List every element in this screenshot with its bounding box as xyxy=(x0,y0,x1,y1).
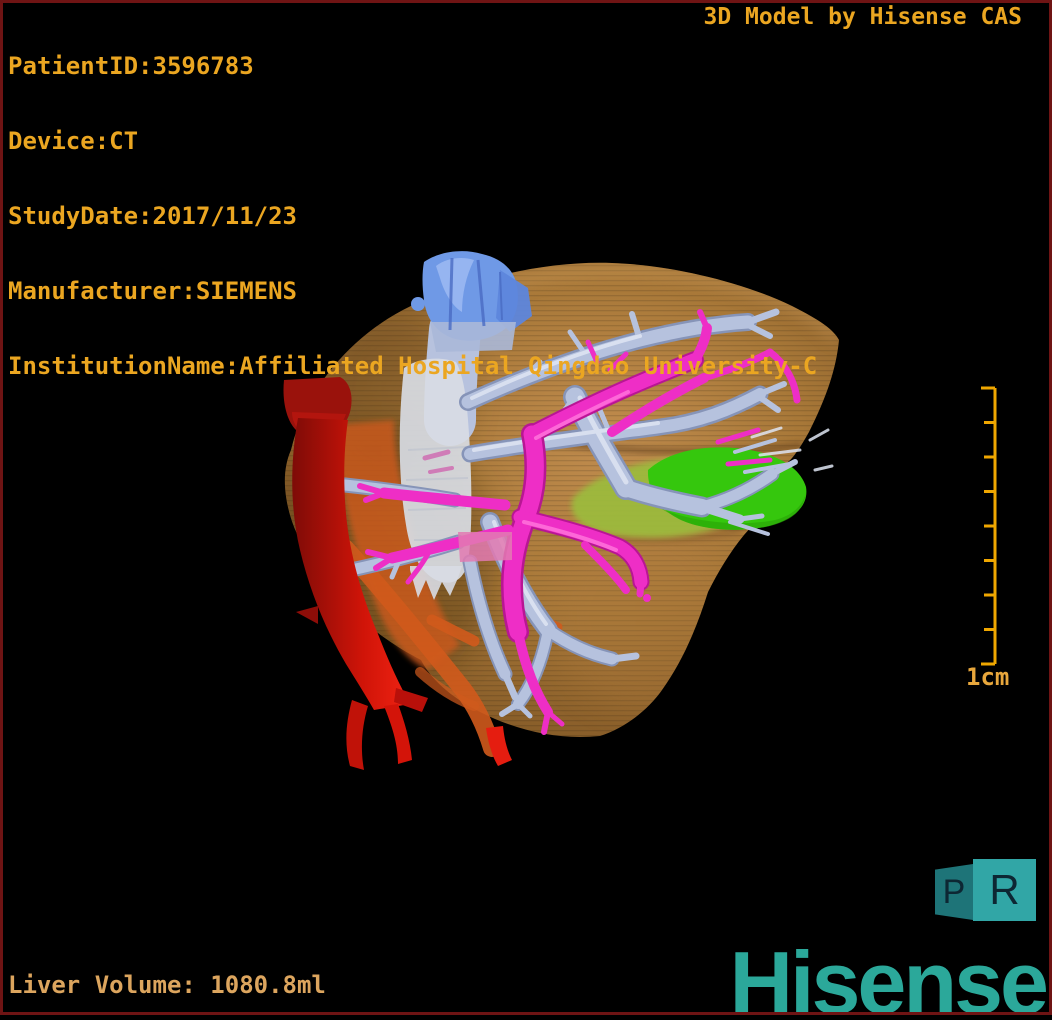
orientation-letter-p: P xyxy=(942,872,966,911)
orientation-letter-r: R xyxy=(989,866,1020,913)
patient-info-block: PatientID:3596783 Device:CT StudyDate:20… xyxy=(8,4,817,429)
manufacturer-line: Manufacturer:SIEMENS xyxy=(8,277,297,305)
orientation-cube[interactable]: P R xyxy=(935,858,1037,924)
cas-3d-view-window: PatientID:3596783 Device:CT StudyDate:20… xyxy=(0,0,1052,1020)
scale-bar xyxy=(981,386,997,666)
patient-id-line: PatientID:3596783 xyxy=(8,52,254,80)
scale-unit-label: 1cm xyxy=(966,663,1010,691)
liver-volume-label: Liver Volume: 1080.8ml xyxy=(8,971,326,999)
orientation-face-right[interactable]: R xyxy=(973,859,1036,921)
study-date-line: StudyDate:2017/11/23 xyxy=(8,202,297,230)
institution-line: InstitutionName:Affiliated Hospital Qing… xyxy=(8,352,818,380)
orientation-face-posterior[interactable]: P xyxy=(935,864,973,920)
model-credit-label: 3D Model by Hisense CAS xyxy=(703,4,1023,30)
hisense-logo: Hisense xyxy=(729,932,1049,1020)
device-line: Device:CT xyxy=(8,127,139,155)
